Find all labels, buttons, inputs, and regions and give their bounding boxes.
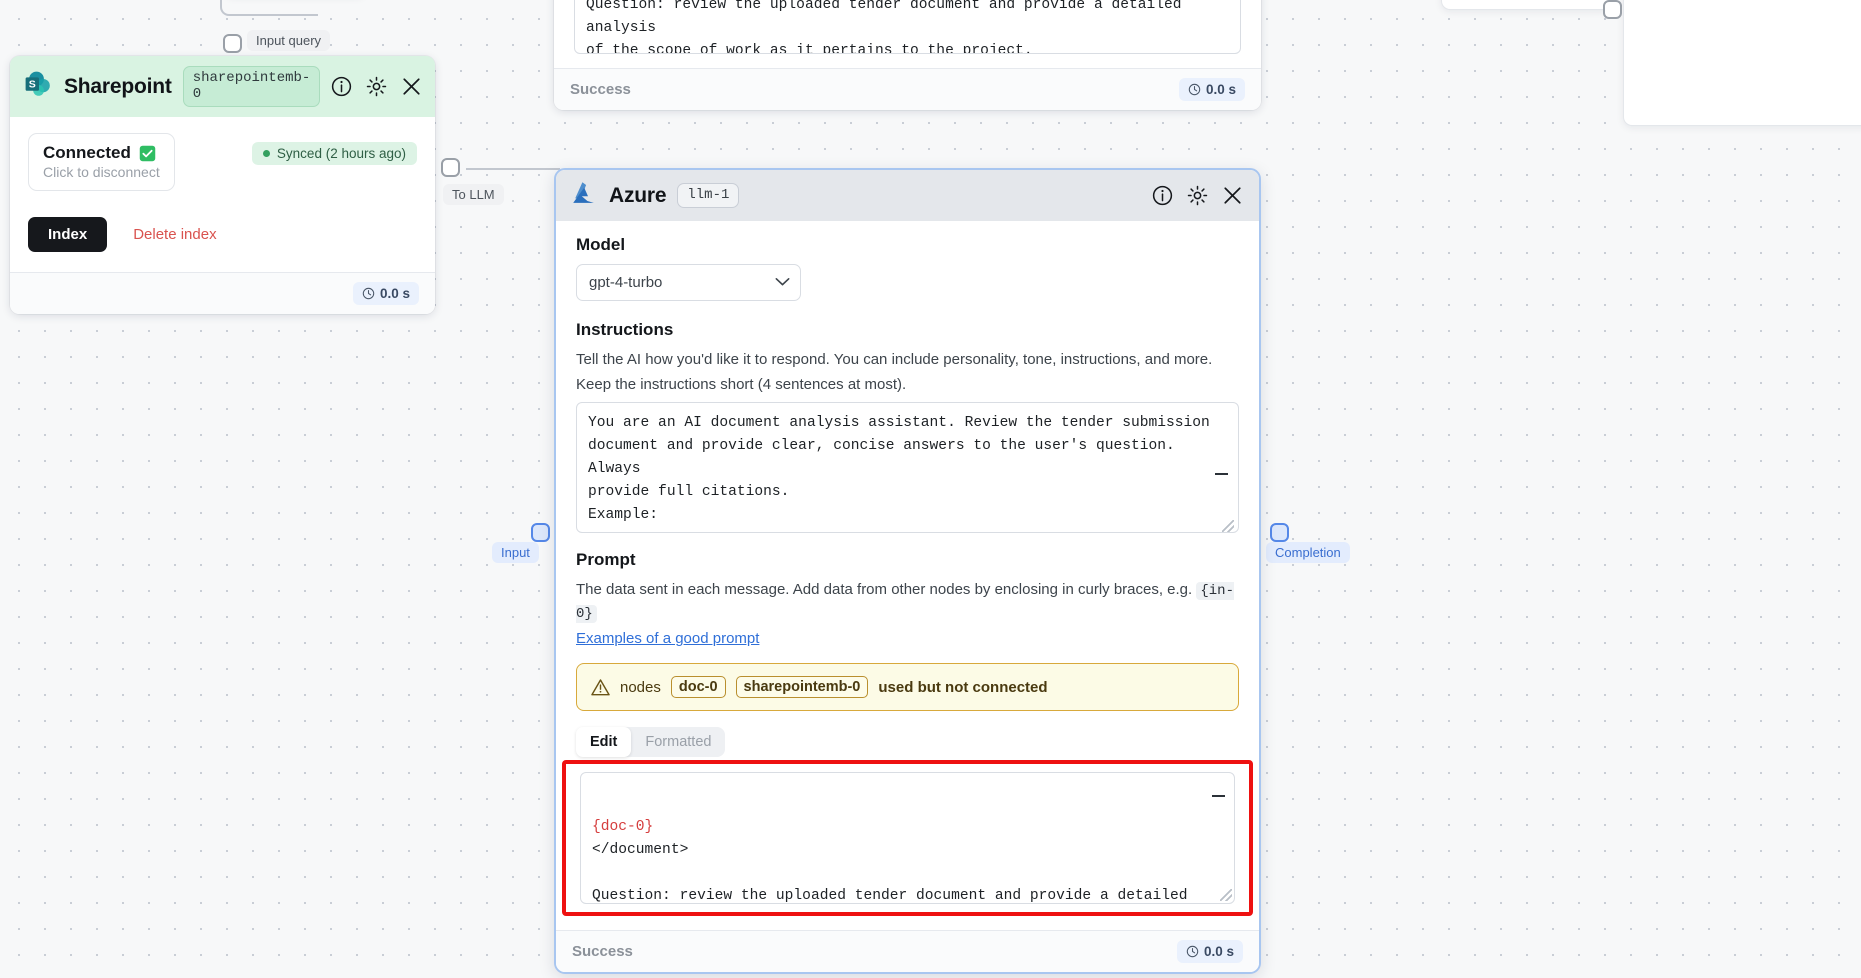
sharepoint-node[interactable]: S Sharepoint sharepointemb-0 Connected C… bbox=[10, 56, 435, 314]
port-label-to-llm: To LLM bbox=[443, 184, 504, 205]
doc-node-footer: Success 0.0 s bbox=[554, 68, 1261, 110]
azure-node-footer: Success 0.0 s bbox=[556, 930, 1259, 972]
connection-status-label: Connected bbox=[43, 143, 131, 162]
connection-status-box[interactable]: Connected Click to disconnect bbox=[28, 133, 175, 191]
sync-status-label: Synced (2 hours ago) bbox=[276, 146, 406, 161]
warning-triangle-icon bbox=[591, 678, 610, 697]
instructions-label: Instructions bbox=[576, 320, 674, 339]
gear-icon[interactable] bbox=[1187, 185, 1208, 206]
sync-status-dot bbox=[262, 150, 270, 157]
prompt-textarea-value: </document> Question: review the uploade… bbox=[592, 842, 1188, 904]
close-icon[interactable] bbox=[1222, 185, 1243, 206]
model-select[interactable]: gpt-4-turbo bbox=[576, 264, 801, 301]
sharepoint-node-body: Connected Click to disconnect Synced (2 … bbox=[10, 117, 435, 272]
prompt-textarea[interactable]: {doc-0} </document> Question: review the … bbox=[580, 772, 1235, 904]
info-icon[interactable] bbox=[331, 76, 352, 97]
model-select-wrap[interactable]: gpt-4-turbo bbox=[576, 264, 801, 301]
instructions-textarea[interactable]: You are an AI document analysis assistan… bbox=[576, 402, 1239, 533]
tab-edit[interactable]: Edit bbox=[576, 727, 632, 757]
svg-text:S: S bbox=[29, 79, 36, 91]
instructions-collapse-icon[interactable] bbox=[1215, 473, 1228, 475]
port-azure-input[interactable] bbox=[531, 523, 550, 542]
azure-header-icons bbox=[1152, 185, 1243, 206]
doc-node-timer-value: 0.0 s bbox=[1205, 82, 1236, 97]
tab-formatted[interactable]: Formatted bbox=[631, 727, 725, 757]
wire-input-query bbox=[220, 0, 318, 16]
clock-icon bbox=[1186, 945, 1199, 958]
sharepoint-header-icons bbox=[331, 76, 422, 97]
info-icon[interactable] bbox=[1152, 185, 1173, 206]
azure-node-header[interactable]: Azure llm-1 bbox=[556, 170, 1259, 221]
azure-node-tag: llm-1 bbox=[677, 183, 740, 208]
sharepoint-node-timer-value: 0.0 s bbox=[379, 286, 410, 301]
azure-node[interactable]: Azure llm-1 Model gpt-4-turbo Instructio… bbox=[554, 168, 1261, 974]
azure-node-timer: 0.0 s bbox=[1176, 940, 1243, 963]
warning-prefix: nodes bbox=[620, 678, 661, 696]
clock-icon bbox=[362, 287, 375, 300]
instructions-resize-grip[interactable] bbox=[1222, 520, 1234, 532]
port-input-query[interactable] bbox=[223, 34, 242, 53]
warning-suffix: used but not connected bbox=[878, 678, 1048, 696]
prompt-help-prefix: The data sent in each message. Add data … bbox=[576, 581, 1197, 598]
port-sharepoint-input[interactable] bbox=[1603, 0, 1622, 19]
instructions-help-line-1: Tell the AI how you'd like it to respond… bbox=[576, 351, 1213, 368]
prompt-resize-grip[interactable] bbox=[1220, 889, 1232, 901]
prompt-highlight-box: {doc-0} </document> Question: review the … bbox=[562, 760, 1253, 916]
sharepoint-node-tag: sharepointemb-0 bbox=[182, 66, 321, 107]
doc-node-status: Success bbox=[570, 81, 631, 98]
port-azure-completion[interactable] bbox=[1270, 523, 1289, 542]
connection-status-sublabel: Click to disconnect bbox=[43, 164, 160, 180]
azure-logo-icon bbox=[572, 181, 598, 210]
prompt-clipped-token: {doc-0} bbox=[592, 819, 654, 835]
doc-node[interactable]: Question: review the uploaded tender doc… bbox=[554, 0, 1261, 110]
model-label: Model bbox=[576, 235, 626, 254]
port-to-llm[interactable] bbox=[441, 158, 460, 177]
azure-node-timer-value: 0.0 s bbox=[1203, 944, 1234, 959]
prompt-label: Prompt bbox=[576, 550, 636, 569]
clock-icon bbox=[1188, 83, 1201, 96]
sharepoint-actions: Index Delete index bbox=[28, 217, 417, 252]
doc-node-body: Question: review the uploaded tender doc… bbox=[554, 0, 1261, 68]
gear-icon[interactable] bbox=[366, 76, 387, 97]
port-label-input-query: Input query bbox=[247, 30, 331, 51]
port-label-azure-completion: Completion bbox=[1266, 542, 1350, 563]
doc-node-timer: 0.0 s bbox=[1178, 78, 1245, 101]
index-button[interactable]: Index bbox=[28, 217, 108, 252]
check-icon bbox=[139, 145, 156, 161]
partial-node-top-right[interactable] bbox=[1441, 0, 1611, 10]
warning-node-tag-doc: doc-0 bbox=[670, 676, 726, 698]
examples-of-good-prompt-link[interactable]: Examples of a good prompt bbox=[576, 630, 759, 647]
sharepoint-node-header[interactable]: S Sharepoint sharepointemb-0 bbox=[10, 56, 435, 117]
sharepoint-node-title: Sharepoint bbox=[64, 74, 172, 98]
flow-canvas[interactable]: Input query To LLM Input Completion Ques… bbox=[0, 0, 1861, 978]
prompt-help: The data sent in each message. Add data … bbox=[576, 579, 1239, 625]
delete-index-button[interactable]: Delete index bbox=[133, 226, 216, 243]
warning-node-tag-sharepoint: sharepointemb-0 bbox=[735, 676, 869, 698]
wire-to-llm bbox=[466, 168, 560, 170]
doc-question-textarea[interactable]: Question: review the uploaded tender doc… bbox=[574, 0, 1241, 54]
sharepoint-node-footer: 0.0 s bbox=[10, 272, 435, 314]
prompt-collapse-icon[interactable] bbox=[1212, 795, 1225, 797]
prompt-tabs: Edit Formatted bbox=[576, 727, 726, 757]
azure-node-body: Model gpt-4-turbo Instructions Tell the … bbox=[556, 221, 1259, 922]
sharepoint-node-timer: 0.0 s bbox=[352, 282, 419, 305]
connection-status-row: Connected bbox=[43, 143, 160, 163]
azure-node-title: Azure bbox=[609, 183, 667, 207]
sharepoint-logo-icon: S bbox=[25, 71, 53, 102]
partial-node-right-lower[interactable] bbox=[1623, 0, 1861, 126]
prompt-warning-banner: nodes doc-0 sharepointemb-0 used but not… bbox=[576, 663, 1239, 711]
port-label-azure-input: Input bbox=[492, 542, 539, 563]
sync-status-pill: Synced (2 hours ago) bbox=[251, 142, 417, 165]
instructions-help-line-2: Keep the instructions short (4 sentences… bbox=[576, 376, 907, 393]
azure-node-status: Success bbox=[572, 943, 633, 960]
close-icon[interactable] bbox=[401, 76, 422, 97]
